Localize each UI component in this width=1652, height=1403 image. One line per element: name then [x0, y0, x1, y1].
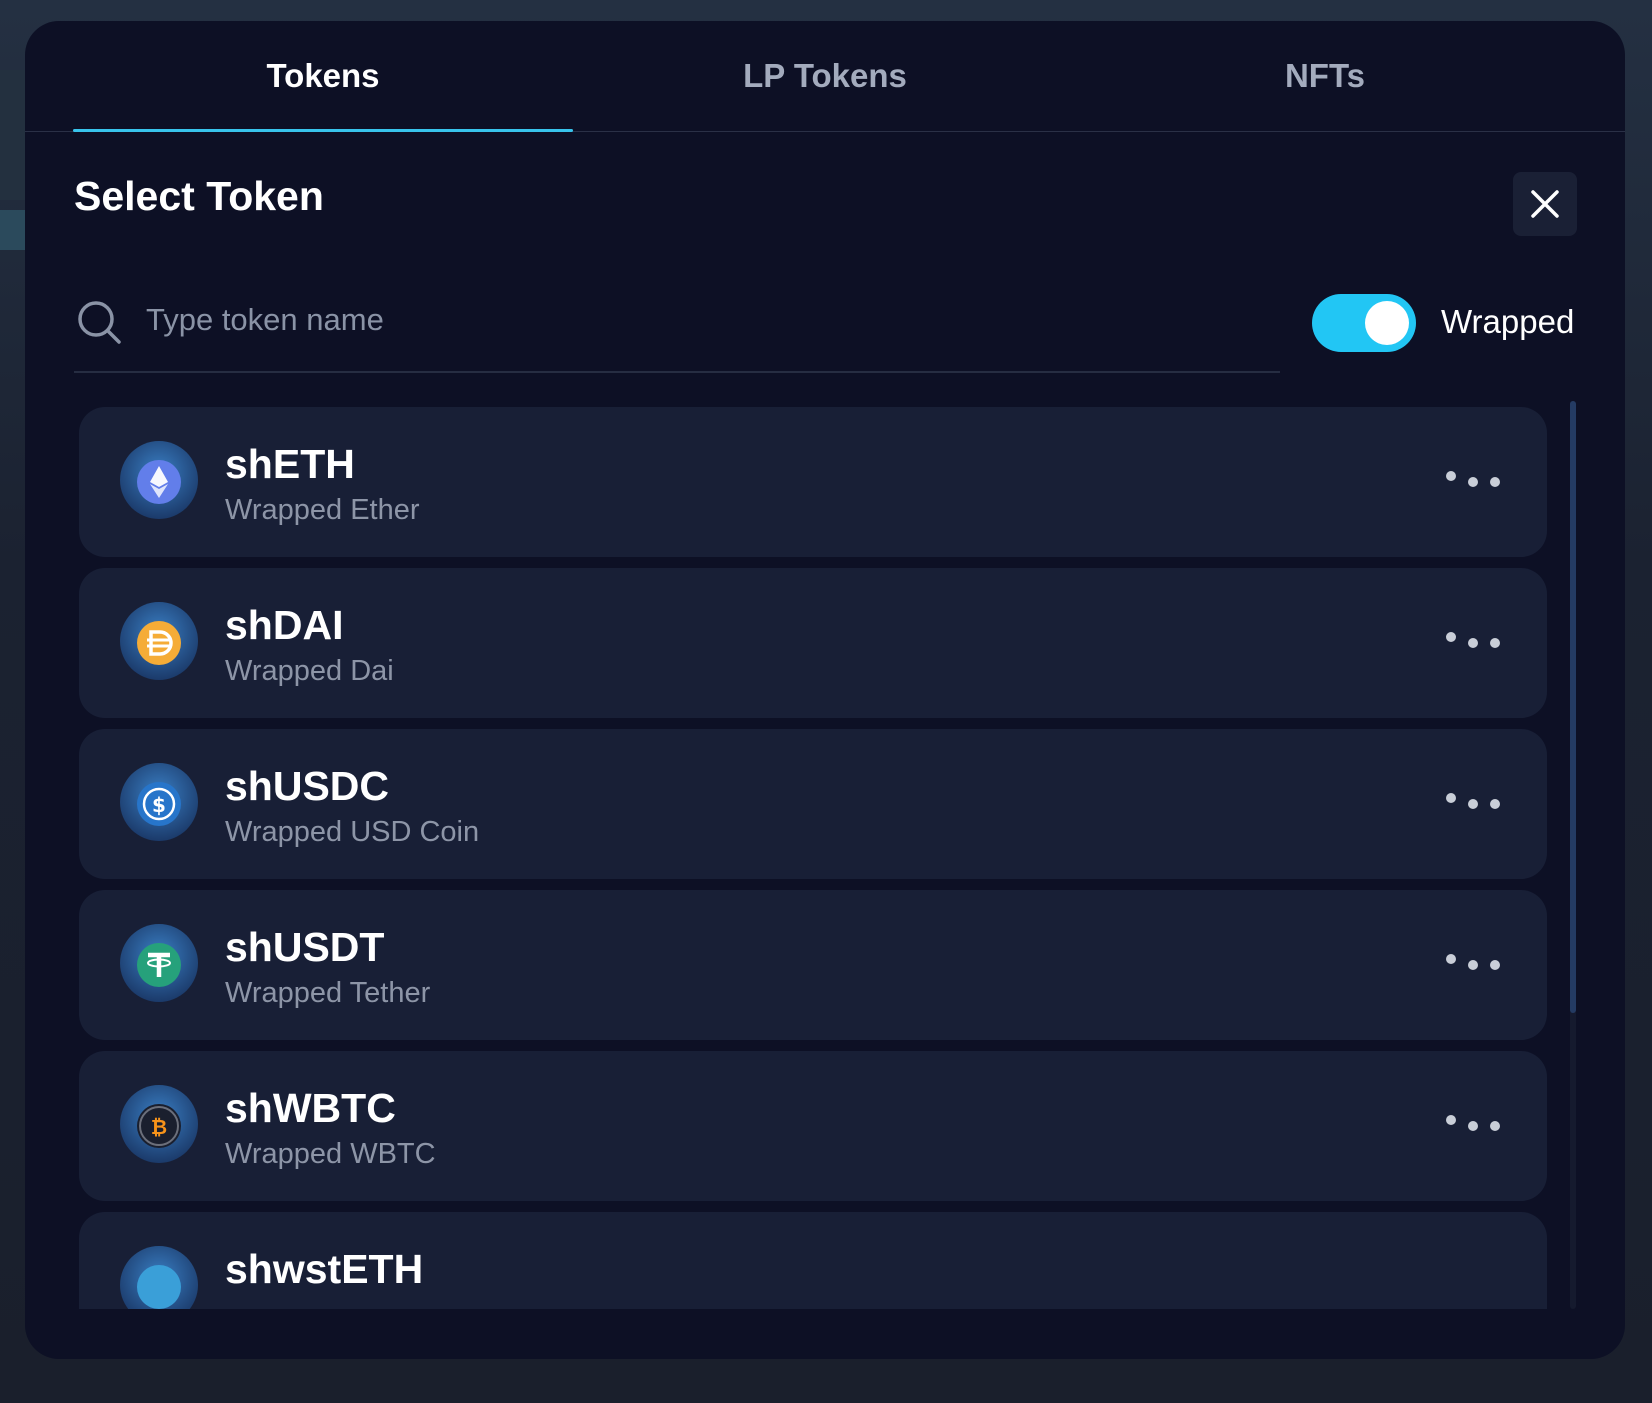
token-row-shwbtc[interactable]: ₿ shWBTC Wrapped WBTC: [79, 1051, 1547, 1201]
token-symbol: shDAI: [225, 602, 344, 648]
close-button[interactable]: [1513, 172, 1577, 236]
toggle-knob: [1365, 301, 1409, 345]
search-icon: [78, 301, 121, 344]
more-options-icon[interactable]: [1439, 1106, 1509, 1146]
tab-tokens[interactable]: Tokens: [73, 21, 573, 131]
token-row-shdai[interactable]: shDAI Wrapped Dai: [79, 568, 1547, 718]
search-input[interactable]: [144, 289, 1268, 351]
wrapped-toggle-label: Wrapped: [1441, 303, 1575, 340]
dai-icon: [120, 602, 198, 680]
wsteth-icon: [120, 1246, 198, 1309]
token-name: Wrapped USD Coin: [225, 816, 480, 848]
svg-text:₿: ₿: [151, 1115, 167, 1139]
more-options-icon[interactable]: [1439, 784, 1509, 824]
token-symbol: shUSDT: [225, 924, 385, 970]
token-row-shwsteth[interactable]: shwstETH: [79, 1212, 1547, 1309]
more-options-icon[interactable]: [1439, 623, 1509, 663]
tab-nfts[interactable]: NFTs: [1075, 21, 1575, 131]
token-name: Wrapped WBTC: [225, 1138, 436, 1170]
token-name: Wrapped Dai: [225, 655, 394, 687]
token-row-sheth[interactable]: shETH Wrapped Ether: [79, 407, 1547, 557]
token-symbol: shwstETH: [225, 1246, 424, 1292]
token-name: Wrapped Ether: [225, 494, 420, 526]
active-tab-indicator: [73, 129, 573, 132]
scrollbar-thumb[interactable]: [1570, 401, 1576, 1013]
more-options-icon[interactable]: [1439, 462, 1509, 502]
token-row-shusdc[interactable]: $ shUSDC Wrapped USD Coin: [79, 729, 1547, 879]
bitcoin-icon: ₿: [120, 1085, 198, 1163]
tether-icon: [120, 924, 198, 1002]
token-name: Wrapped Tether: [225, 977, 431, 1009]
usdc-icon: $: [120, 763, 198, 841]
token-symbol: shWBTC: [225, 1085, 396, 1131]
tab-bar: Tokens LP Tokens NFTs: [25, 21, 1625, 132]
more-options-icon[interactable]: [1439, 945, 1509, 985]
search-bar: [74, 279, 1280, 373]
token-row-shusdt[interactable]: shUSDT Wrapped Tether: [79, 890, 1547, 1040]
close-icon: [1531, 190, 1559, 218]
token-symbol: shUSDC: [225, 763, 390, 809]
select-token-modal: Tokens LP Tokens NFTs Select Token Wrapp…: [25, 21, 1625, 1359]
token-symbol: shETH: [225, 441, 355, 487]
svg-text:$: $: [152, 793, 166, 817]
scrollbar[interactable]: [1570, 401, 1576, 1309]
tab-lp-tokens[interactable]: LP Tokens: [575, 21, 1075, 131]
token-list: shETH Wrapped Ether shDAI Wrapped Dai $ …: [79, 407, 1547, 1309]
ethereum-icon: [120, 441, 198, 519]
modal-title: Select Token: [74, 173, 324, 219]
wrapped-toggle[interactable]: [1312, 294, 1416, 352]
